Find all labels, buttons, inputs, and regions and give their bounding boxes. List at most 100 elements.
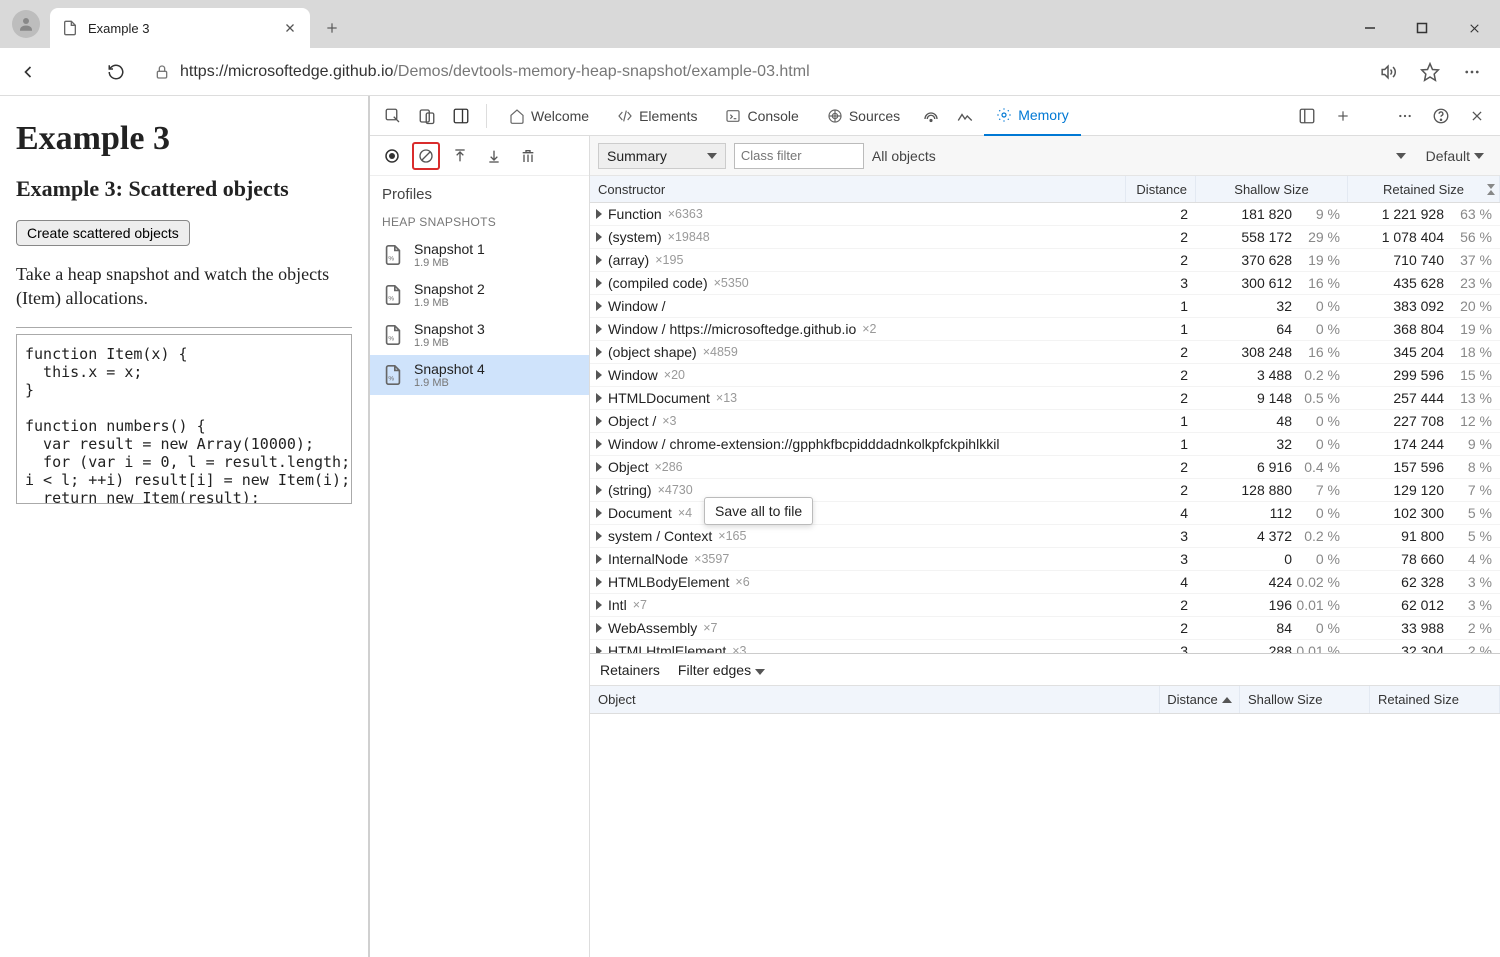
cell-shallow-size: 32 xyxy=(1196,298,1296,314)
cell-retained-size: 129 120 xyxy=(1348,482,1448,498)
heap-row[interactable]: HTMLDocument ×13 2 9 148 0.5 % 257 444 1… xyxy=(590,387,1500,410)
device-toggle-icon[interactable] xyxy=(412,101,442,131)
class-filter-input[interactable] xyxy=(734,143,864,169)
heap-row[interactable]: (system) ×19848 2 558 172 29 % 1 078 404… xyxy=(590,226,1500,249)
cell-shallow-size: 288 xyxy=(1196,643,1296,653)
heap-row[interactable]: (compiled code) ×5350 3 300 612 16 % 435… xyxy=(590,272,1500,295)
heap-row[interactable]: Window / chrome-extension://gpphkfbcpidd… xyxy=(590,433,1500,456)
tab-sources[interactable]: Sources xyxy=(815,96,912,136)
perspective-select[interactable]: Default xyxy=(1426,148,1484,164)
code-textarea[interactable]: function Item(x) { this.x = x; } functio… xyxy=(16,334,352,504)
window-maximize-button[interactable] xyxy=(1396,8,1448,48)
col-retained-size[interactable]: Retained Size xyxy=(1348,176,1500,202)
heap-row[interactable]: HTMLBodyElement ×6 4 424 0.02 % 62 328 3… xyxy=(590,571,1500,594)
more-tools-icon[interactable] xyxy=(1390,101,1420,131)
col-distance[interactable]: Distance xyxy=(1126,176,1196,202)
heap-row[interactable]: Window / 1 32 0 % 383 092 20 % xyxy=(590,295,1500,318)
tab-welcome[interactable]: Welcome xyxy=(497,96,601,136)
snapshot-item[interactable]: % Snapshot 4 1.9 MB xyxy=(370,355,589,395)
heap-row[interactable]: HTMLHtmlElement ×3 3 288 0.01 % 32 304 2… xyxy=(590,640,1500,653)
heap-row[interactable]: Function ×6363 2 181 820 9 % 1 221 928 6… xyxy=(590,203,1500,226)
col-shallow-retainers[interactable]: Shallow Size xyxy=(1240,686,1370,713)
heap-row[interactable]: Object / ×3 1 48 0 % 227 708 12 % xyxy=(590,410,1500,433)
col-shallow-size[interactable]: Shallow Size xyxy=(1196,176,1348,202)
view-mode-select[interactable]: Summary xyxy=(598,143,726,169)
browser-tab[interactable]: Example 3 xyxy=(50,8,310,48)
tab-close-icon[interactable] xyxy=(282,20,298,36)
heap-row[interactable]: Intl ×7 2 196 0.01 % 62 012 3 % xyxy=(590,594,1500,617)
tab-elements[interactable]: Elements xyxy=(605,96,709,136)
settings-menu-icon[interactable] xyxy=(1454,54,1490,90)
context-menu-save-all[interactable]: Save all to file xyxy=(704,497,813,525)
profile-avatar-icon[interactable] xyxy=(12,10,40,38)
performance-icon[interactable] xyxy=(950,101,980,131)
window-minimize-button[interactable] xyxy=(1344,8,1396,48)
tab-console[interactable]: Console xyxy=(713,96,810,136)
expand-icon[interactable] xyxy=(596,577,602,587)
col-constructor[interactable]: Constructor xyxy=(590,176,1126,202)
favorites-icon[interactable] xyxy=(1412,54,1448,90)
expand-icon[interactable] xyxy=(596,554,602,564)
filter-edges-dropdown[interactable]: Filter edges xyxy=(678,662,765,678)
col-distance-retainers[interactable]: Distance xyxy=(1160,686,1240,713)
inspect-element-icon[interactable] xyxy=(378,101,408,131)
retainers-tab[interactable]: Retainers xyxy=(600,662,660,678)
snapshot-item[interactable]: % Snapshot 2 1.9 MB xyxy=(370,275,589,315)
new-tab-button[interactable] xyxy=(316,12,348,44)
expand-icon[interactable] xyxy=(596,416,602,426)
heap-table-body[interactable]: Function ×6363 2 181 820 9 % 1 221 928 6… xyxy=(590,203,1500,653)
refresh-button[interactable] xyxy=(98,54,134,90)
help-icon[interactable] xyxy=(1426,101,1456,131)
dock-side-icon[interactable] xyxy=(446,101,476,131)
heap-row[interactable]: (array) ×195 2 370 628 19 % 710 740 37 % xyxy=(590,249,1500,272)
save-profile-button[interactable] xyxy=(480,142,508,170)
cell-shallow-size: 196 xyxy=(1196,597,1296,613)
snapshot-item[interactable]: % Snapshot 3 1.9 MB xyxy=(370,315,589,355)
tab-memory[interactable]: Memory xyxy=(984,96,1081,136)
instance-count: ×195 xyxy=(655,253,683,267)
heap-row[interactable]: WebAssembly ×7 2 84 0 % 33 988 2 % xyxy=(590,617,1500,640)
record-button[interactable] xyxy=(378,142,406,170)
expand-icon[interactable] xyxy=(596,255,602,265)
expand-icon[interactable] xyxy=(596,485,602,495)
col-retained-retainers[interactable]: Retained Size xyxy=(1370,686,1500,713)
heap-row[interactable]: Window ×20 2 3 488 0.2 % 299 596 15 % xyxy=(590,364,1500,387)
add-tab-icon[interactable] xyxy=(1328,101,1358,131)
network-icon[interactable] xyxy=(916,101,946,131)
expand-icon[interactable] xyxy=(596,393,602,403)
read-aloud-icon[interactable] xyxy=(1370,54,1406,90)
clear-profiles-button[interactable] xyxy=(412,142,440,170)
back-button[interactable] xyxy=(10,54,46,90)
collect-garbage-button[interactable] xyxy=(514,142,542,170)
heap-row[interactable]: system / Context ×165 3 4 372 0.2 % 91 8… xyxy=(590,525,1500,548)
load-profile-button[interactable] xyxy=(446,142,474,170)
heap-row[interactable]: InternalNode ×3597 3 0 0 % 78 660 4 % xyxy=(590,548,1500,571)
url-box[interactable]: https://microsoftedge.github.io/Demos/de… xyxy=(142,54,1362,90)
expand-icon[interactable] xyxy=(596,531,602,541)
expand-icon[interactable] xyxy=(596,508,602,518)
heap-row[interactable]: (object shape) ×4859 2 308 248 16 % 345 … xyxy=(590,341,1500,364)
heap-row[interactable]: Window / https://microsoftedge.github.io… xyxy=(590,318,1500,341)
create-scattered-objects-button[interactable]: Create scattered objects xyxy=(16,220,190,246)
expand-icon[interactable] xyxy=(596,232,602,242)
heap-row[interactable]: Object ×286 2 6 916 0.4 % 157 596 8 % xyxy=(590,456,1500,479)
filter-bar: Summary All objects Default xyxy=(590,136,1500,176)
expand-icon[interactable] xyxy=(596,439,602,449)
expand-icon[interactable] xyxy=(596,347,602,357)
expand-icon[interactable] xyxy=(596,301,602,311)
devtools-close-icon[interactable] xyxy=(1462,101,1492,131)
cell-retained-pct: 56 % xyxy=(1448,229,1500,245)
expand-icon[interactable] xyxy=(596,324,602,334)
expand-icon[interactable] xyxy=(596,623,602,633)
object-scope-select[interactable]: All objects xyxy=(872,148,1388,164)
activity-bar-icon[interactable] xyxy=(1292,101,1322,131)
expand-icon[interactable] xyxy=(596,646,602,653)
snapshot-item[interactable]: % Snapshot 1 1.9 MB xyxy=(370,235,589,275)
window-close-button[interactable] xyxy=(1448,8,1500,48)
col-object[interactable]: Object xyxy=(590,686,1160,713)
expand-icon[interactable] xyxy=(596,209,602,219)
expand-icon[interactable] xyxy=(596,462,602,472)
expand-icon[interactable] xyxy=(596,278,602,288)
expand-icon[interactable] xyxy=(596,600,602,610)
expand-icon[interactable] xyxy=(596,370,602,380)
